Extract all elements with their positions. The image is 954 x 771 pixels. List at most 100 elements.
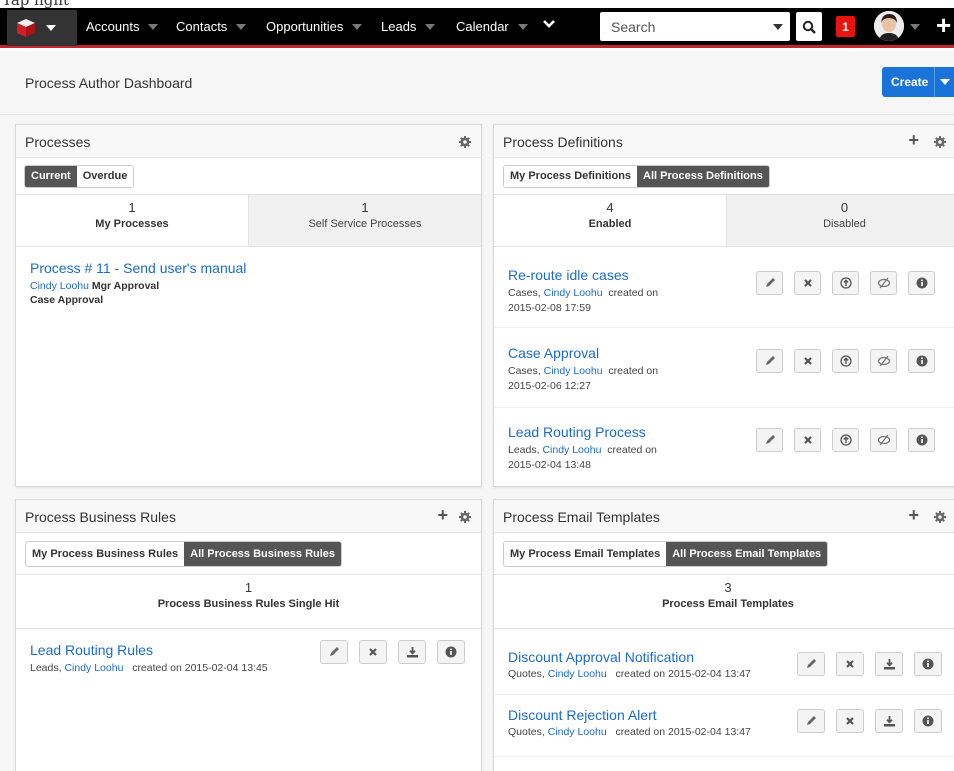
filter-my-templates[interactable]: My Process Email Templates (504, 542, 667, 566)
plus-icon[interactable]: + (908, 130, 919, 151)
quick-create-plus-icon[interactable]: + (936, 10, 951, 41)
template-title-link[interactable]: Discount Approval Notification (508, 649, 694, 665)
page-top-strip: Tap light (0, 0, 954, 8)
disable-button[interactable] (870, 349, 897, 373)
filter-row: My Process Definitions All Process Defin… (494, 158, 954, 195)
nav-contacts[interactable]: Contacts (176, 8, 247, 45)
info-icon (916, 355, 927, 367)
export-button[interactable] (398, 640, 426, 664)
search-module-chevron-down-icon[interactable] (773, 24, 783, 30)
create-label: Create (891, 75, 929, 89)
download-icon (883, 716, 895, 727)
filter-current[interactable]: Current (25, 166, 77, 187)
nav-leads[interactable]: Leads (381, 8, 436, 45)
avatar[interactable] (874, 11, 904, 41)
info-button[interactable] (908, 428, 935, 452)
gear-icon[interactable] (459, 511, 471, 523)
chevron-down-icon[interactable] (425, 23, 436, 30)
gear-icon[interactable] (459, 136, 471, 148)
user-link[interactable]: Cindy Loohu (548, 668, 607, 680)
enable-button[interactable] (832, 271, 859, 295)
nav-label: Contacts (176, 19, 228, 34)
enable-button[interactable] (832, 428, 859, 452)
edit-button[interactable] (797, 652, 825, 676)
export-button[interactable] (875, 652, 903, 676)
module-name: Quotes, (508, 726, 545, 738)
disable-button[interactable] (870, 428, 897, 452)
delete-button[interactable] (836, 652, 864, 676)
filter-overdue[interactable]: Overdue (76, 166, 134, 187)
info-button[interactable] (908, 271, 935, 295)
delete-button[interactable] (794, 271, 821, 295)
definition-title-link[interactable]: Case Approval (508, 345, 599, 361)
notification-badge[interactable]: 1 (836, 16, 855, 37)
disable-button[interactable] (870, 271, 897, 295)
delete-button[interactable] (794, 349, 821, 373)
user-link[interactable]: Cindy Loohu (544, 287, 603, 299)
info-button[interactable] (437, 640, 465, 664)
home-logo-button[interactable] (7, 10, 77, 46)
edit-button[interactable] (797, 709, 825, 733)
user-link[interactable]: Cindy Loohu (542, 444, 601, 456)
template-title-link[interactable]: Discount Rejection Alert (508, 707, 657, 723)
process-title-link[interactable]: Process # 11 - Send user's manual (30, 260, 246, 276)
rules-count-tab[interactable]: 1 Process Business Rules Single Hit (16, 575, 481, 629)
info-button[interactable] (914, 652, 942, 676)
filter-all-templates[interactable]: All Process Email Templates (666, 542, 828, 566)
user-link[interactable]: Cindy Loohu (548, 726, 607, 738)
chevron-down-icon[interactable] (940, 79, 950, 85)
pencil-icon (765, 356, 775, 365)
delete-button[interactable] (794, 428, 821, 452)
nav-accounts[interactable]: Accounts (86, 8, 159, 45)
user-link[interactable]: Cindy Loohu (544, 365, 603, 377)
edit-button[interactable] (756, 428, 783, 452)
pencil-icon (807, 659, 816, 668)
edit-button[interactable] (756, 271, 783, 295)
plus-icon[interactable]: + (437, 505, 448, 526)
rule-title-link[interactable]: Lead Routing Rules (30, 642, 153, 658)
edit-button[interactable] (756, 349, 783, 373)
task-name: Mgr Approval (91, 280, 160, 292)
create-button[interactable]: Create (882, 67, 954, 97)
gear-icon[interactable] (934, 136, 946, 148)
user-link[interactable]: Cindy Loohu (30, 280, 89, 292)
tab-count: 0 (840, 200, 849, 215)
export-button[interactable] (875, 709, 903, 733)
chevron-down-icon[interactable] (148, 23, 159, 30)
filter-my-rules[interactable]: My Process Business Rules (26, 542, 185, 566)
definition-title-link[interactable]: Re-route idle cases (508, 267, 629, 283)
delete-button[interactable] (836, 709, 864, 733)
tab-disabled[interactable]: 0 Disabled (726, 195, 954, 246)
filter-toggle: My Process Business Rules All Process Bu… (25, 541, 343, 567)
profile-chevron-down-icon[interactable] (910, 24, 920, 30)
gear-icon[interactable] (934, 511, 946, 523)
chevron-down-icon[interactable] (236, 23, 247, 30)
enable-button[interactable] (832, 349, 859, 373)
row-actions (756, 349, 935, 373)
tab-enabled[interactable]: 4 Enabled (494, 195, 726, 246)
nav-label: Leads (381, 19, 417, 34)
tab-label: Enabled (588, 218, 632, 230)
more-chevron-icon[interactable] (542, 18, 556, 30)
pencil-icon (807, 716, 816, 725)
tab-my-processes[interactable]: 1 My Processes (16, 195, 248, 246)
chevron-down-icon[interactable] (517, 23, 528, 30)
info-button[interactable] (914, 709, 942, 733)
filter-my-definitions[interactable]: My Process Definitions (504, 166, 638, 187)
tab-self-service-processes[interactable]: 1 Self Service Processes (248, 195, 481, 246)
plus-icon[interactable]: + (908, 505, 919, 526)
chevron-down-icon[interactable] (352, 23, 363, 30)
search-button[interactable] (796, 12, 822, 41)
user-link[interactable]: Cindy Loohu (64, 662, 123, 674)
info-button[interactable] (908, 349, 935, 373)
search-input[interactable]: Search (600, 12, 790, 41)
tab-bar: 4 Enabled 0 Disabled (494, 195, 954, 247)
nav-opportunities[interactable]: Opportunities (266, 8, 363, 45)
templates-count-tab[interactable]: 3 Process Email Templates (494, 575, 954, 629)
filter-all-rules[interactable]: All Process Business Rules (184, 542, 342, 566)
edit-button[interactable] (320, 640, 348, 664)
filter-all-definitions[interactable]: All Process Definitions (637, 166, 769, 187)
delete-button[interactable] (359, 640, 387, 664)
definition-title-link[interactable]: Lead Routing Process (508, 424, 646, 440)
nav-calendar[interactable]: Calendar (456, 8, 528, 45)
